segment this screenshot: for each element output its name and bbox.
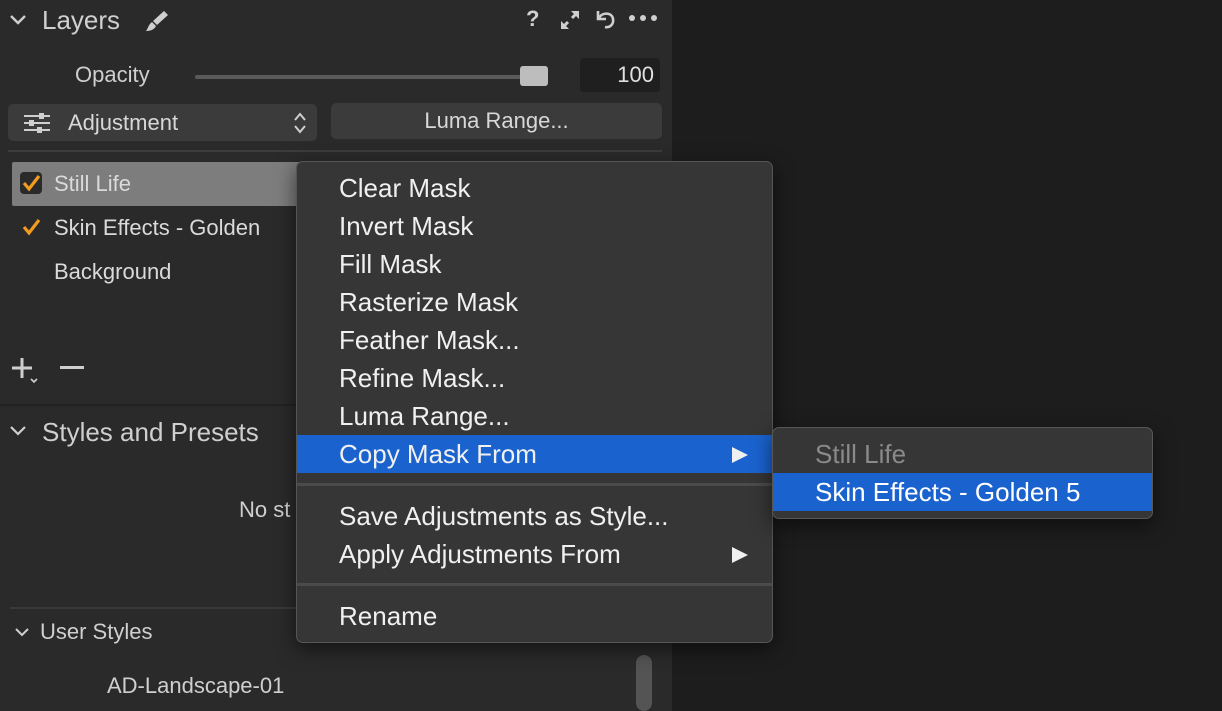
question-icon[interactable]: ? (526, 6, 539, 32)
menu-item-copy-mask-from[interactable]: Copy Mask From (297, 435, 772, 473)
menu-item-fill-mask[interactable]: Fill Mask (297, 245, 772, 283)
menu-item-label: Fill Mask (339, 249, 442, 279)
sliders-icon (24, 113, 50, 133)
menu-item-label: Copy Mask From (339, 439, 537, 469)
menu-item-feather-mask[interactable]: Feather Mask... (297, 321, 772, 359)
submenu-item-skin-effects-golden-5[interactable]: Skin Effects - Golden 5 (773, 473, 1152, 511)
menu-item-label: Clear Mask (339, 173, 471, 203)
chevron-updown-icon (294, 112, 306, 134)
layer-name[interactable]: Background (54, 259, 171, 285)
empty-state-text: No st (239, 497, 291, 522)
menu-item-label: Rename (339, 601, 438, 631)
add-layer-icon[interactable] (11, 356, 41, 386)
opacity-slider-thumb[interactable] (520, 66, 548, 86)
opacity-slider[interactable] (195, 75, 540, 79)
menu-item-apply-adjustments-from[interactable]: Apply Adjustments From (297, 535, 772, 573)
submenu-arrow-icon (732, 547, 748, 563)
submenu-item-still-life: Still Life (815, 439, 907, 469)
layer-checkbox[interactable] (20, 172, 42, 194)
menu-item-invert-mask[interactable]: Invert Mask (297, 207, 772, 245)
opacity-field[interactable]: 100 (580, 58, 660, 92)
layer-name[interactable]: Skin Effects - Golden (54, 215, 260, 241)
expand-icon[interactable] (558, 8, 582, 32)
menu-item-refine-mask[interactable]: Refine Mask... (297, 359, 772, 397)
menu-item-label: Luma Range... (339, 401, 510, 431)
reset-icon[interactable] (592, 7, 618, 31)
menu-item-label: Save Adjustments as Style... (339, 501, 669, 531)
more-icon[interactable] (628, 14, 658, 22)
menu-item-label: Rasterize Mask (339, 287, 519, 317)
checkmark-icon (22, 175, 41, 192)
copy-mask-from-submenu: Still Life Skin Effects - Golden 5 (772, 427, 1153, 519)
menu-item-clear-mask[interactable]: Clear Mask (297, 169, 772, 207)
chevron-down-icon[interactable] (8, 10, 28, 30)
menu-item-luma-range[interactable]: Luma Range... (297, 397, 772, 435)
scrollbar[interactable] (636, 655, 652, 711)
menu-item-label: Refine Mask... (339, 363, 506, 393)
menu-separator (297, 583, 772, 586)
divider (8, 150, 662, 152)
layer-name[interactable]: Still Life (54, 171, 131, 197)
luma-range-button[interactable]: Luma Range... (331, 103, 662, 139)
style-item[interactable]: AD-Landscape-01 (107, 673, 284, 699)
menu-separator (297, 483, 772, 486)
menu-item-label: Apply Adjustments From (339, 539, 621, 569)
layer-type-select[interactable]: Adjustment (8, 104, 317, 141)
opacity-label: Opacity (75, 62, 150, 87)
panel-title: Layers (42, 5, 121, 35)
layer-checkbox[interactable] (20, 216, 42, 238)
remove-layer-icon[interactable] (60, 366, 84, 369)
menu-item-rename[interactable]: Rename (297, 597, 772, 635)
checkmark-icon (22, 219, 41, 236)
styles-panel-title: Styles and Presets (42, 417, 259, 447)
submenu-arrow-icon (732, 447, 748, 463)
chevron-down-icon[interactable] (14, 624, 30, 640)
menu-item-label: Invert Mask (339, 211, 474, 241)
menu-item-label: Feather Mask... (339, 325, 520, 355)
menu-item-rasterize-mask[interactable]: Rasterize Mask (297, 283, 772, 321)
context-menu: Clear Mask Invert Mask Fill Mask Rasteri… (296, 161, 773, 643)
layer-type-value: Adjustment (68, 110, 179, 135)
brush-icon[interactable] (144, 9, 170, 33)
menu-item-save-adjustments-as-style[interactable]: Save Adjustments as Style... (297, 497, 772, 535)
chevron-down-icon[interactable] (9, 422, 27, 440)
user-styles-label[interactable]: User Styles (40, 619, 152, 645)
